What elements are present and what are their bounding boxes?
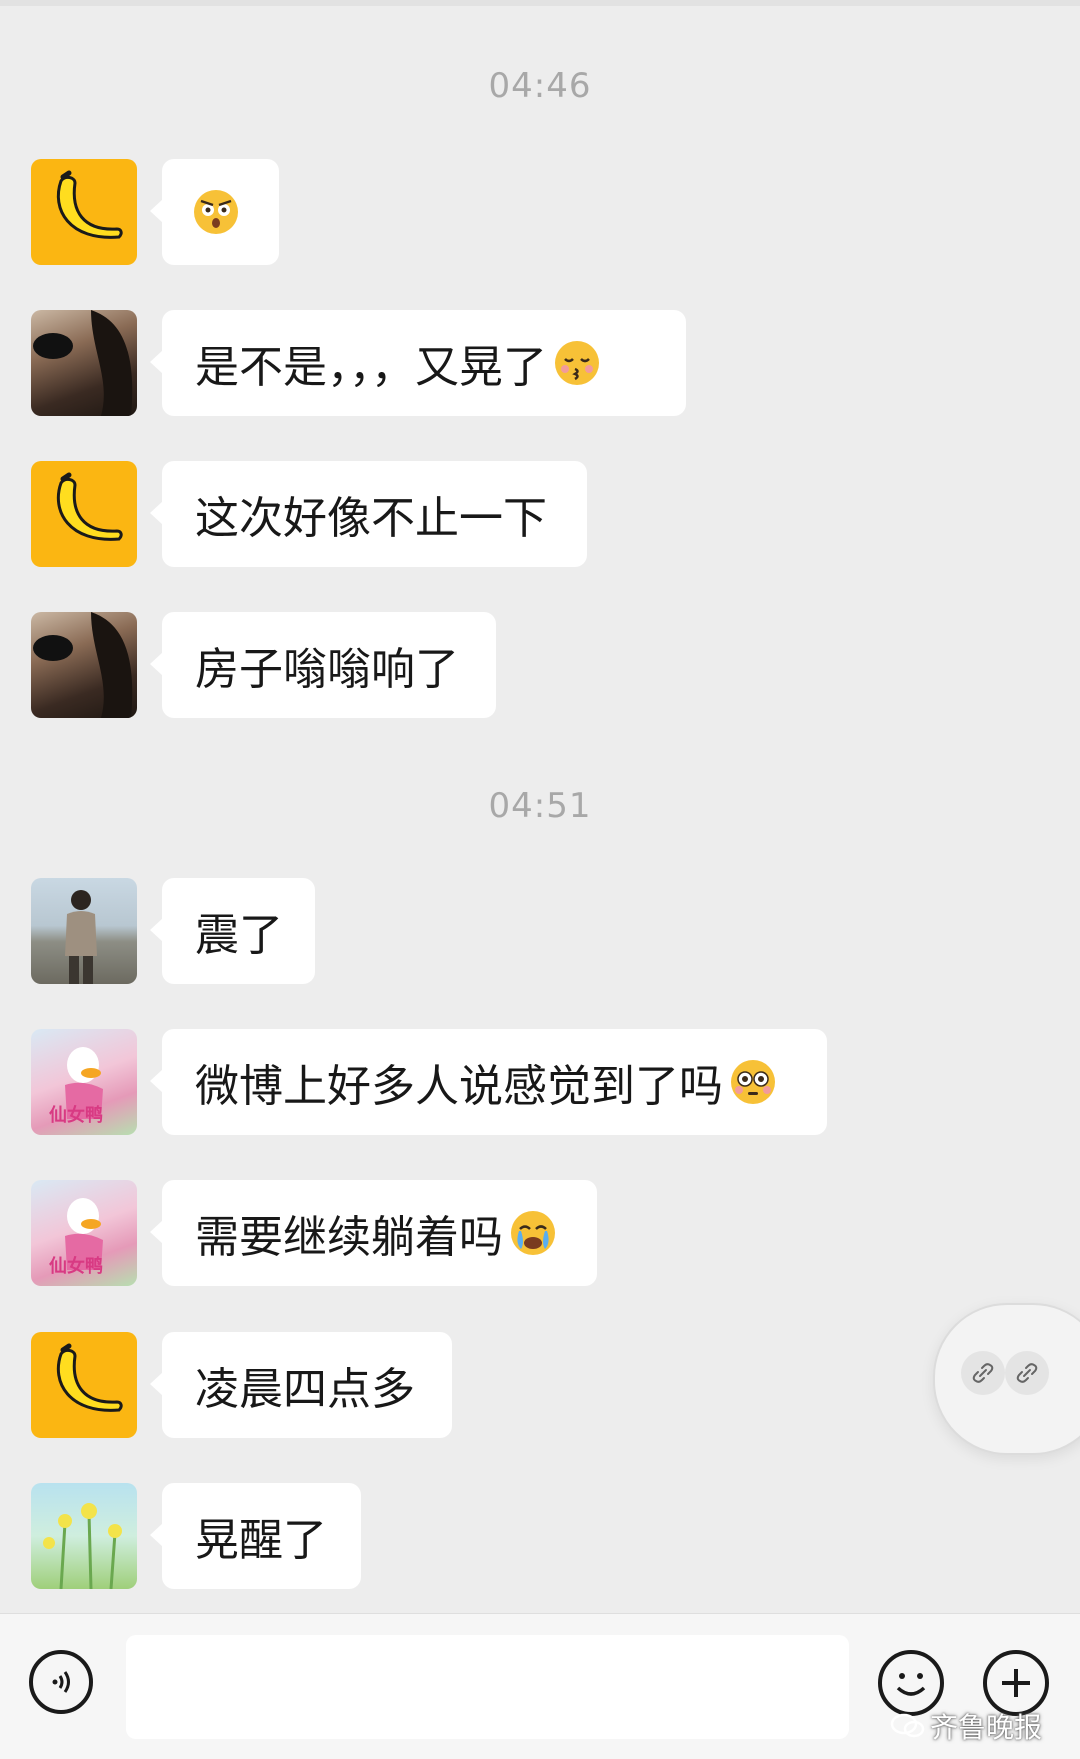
fairy-duck-avatar[interactable]: 仙女鸭 (31, 1180, 137, 1286)
avatar-label: 仙女鸭 (49, 1105, 103, 1126)
sunglasses-icon (33, 612, 133, 718)
message-text: 凌晨四点多 (195, 1364, 415, 1415)
banana-avatar[interactable] (31, 461, 137, 567)
flower-icon (43, 1503, 122, 1589)
top-divider (0, 0, 1080, 6)
message-text: 这次好像不止一下 (195, 493, 547, 544)
fairy-duck-avatar[interactable]: 仙女鸭 (31, 1029, 137, 1135)
shocked-face-emoji (194, 190, 238, 234)
sunglasses-woman-avatar[interactable] (31, 612, 137, 718)
message-bubble[interactable]: 震了 (150, 878, 315, 984)
message-bubble[interactable]: 房子嗡嗡响了 (150, 612, 496, 718)
yellow-flowers-avatar[interactable] (31, 1483, 137, 1589)
flushed-face-emoji (731, 1060, 775, 1104)
banana-icon (56, 1343, 123, 1412)
chat-screen: 04:46 是不是，，，又晃了 这次好像不止一下 房子嗡嗡响了 04:51 震了… (0, 0, 1080, 1759)
message-bubble[interactable]: 晃醒了 (150, 1483, 361, 1589)
man-at-beach-avatar[interactable] (31, 878, 137, 984)
message-text: 微博上好多人说感觉到了吗 (195, 1061, 723, 1112)
banana-icon (56, 472, 123, 541)
banana-avatar[interactable] (31, 159, 137, 265)
kissing-face-emoji (555, 341, 599, 385)
banana-icon (56, 170, 123, 239)
crying-face-emoji (511, 1211, 555, 1255)
message-text: 震了 (195, 910, 283, 961)
link-icon[interactable] (961, 1351, 1005, 1395)
message-bubble[interactable]: 这次好像不止一下 (150, 461, 587, 567)
message-bubble[interactable]: 凌晨四点多 (150, 1332, 452, 1438)
message-bubble[interactable]: 需要继续躺着吗 (150, 1180, 597, 1286)
sunglasses-icon (33, 310, 133, 416)
link-icon[interactable] (1005, 1351, 1049, 1395)
avatar-label: 仙女鸭 (49, 1256, 103, 1277)
timestamp: 04:46 (488, 66, 592, 106)
floating-link-widget[interactable] (933, 1303, 1080, 1455)
watermark-text: 齐鲁晚报 (930, 1711, 1043, 1744)
message-bubble[interactable] (150, 159, 279, 265)
message-bubble[interactable]: 微博上好多人说感觉到了吗 (150, 1029, 827, 1135)
message-bubble[interactable]: 是不是，，，又晃了 (150, 310, 686, 416)
message-text: 房子嗡嗡响了 (195, 644, 459, 695)
wechat-icon (890, 1713, 925, 1738)
sunglasses-woman-avatar[interactable] (31, 310, 137, 416)
watermark: 齐鲁晚报 (890, 1706, 1042, 1746)
voice-icon[interactable] (29, 1650, 93, 1714)
banana-avatar[interactable] (31, 1332, 137, 1438)
message-text: 是不是，，，又晃了 (195, 342, 547, 393)
message-input[interactable] (126, 1635, 849, 1739)
message-text: 需要继续躺着吗 (195, 1212, 503, 1263)
message-text: 晃醒了 (195, 1515, 327, 1566)
timestamp: 04:51 (488, 786, 592, 826)
input-bar: 齐鲁晚报 (0, 1613, 1080, 1759)
person-icon (65, 890, 97, 984)
